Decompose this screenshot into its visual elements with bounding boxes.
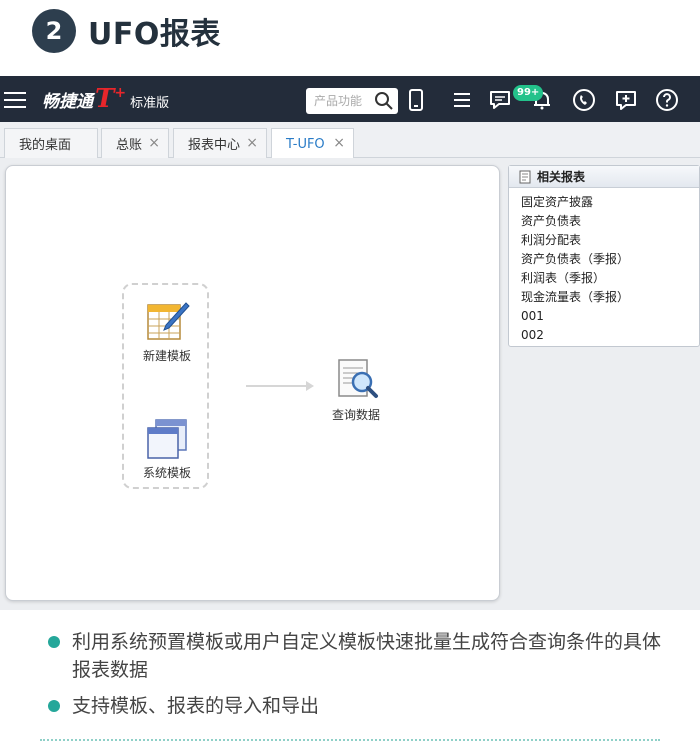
system-template-node[interactable]: 系统模板 [137, 416, 197, 481]
section-heading: 2 UFO报表 [32, 8, 221, 54]
tab-desktop[interactable]: 我的桌面 [4, 128, 98, 158]
mobile-icon[interactable] [404, 88, 428, 112]
feature-text: 利用系统预置模板或用户自定义模板快速批量生成符合查询条件的具体报表数据 [72, 631, 662, 681]
tab-report-center[interactable]: 报表中心 × [173, 128, 267, 158]
top-bar: 畅捷通 T + 标准版 [0, 76, 700, 122]
dotted-divider [40, 739, 660, 741]
related-reports-list: 固定资产披露 资产负债表 利润分配表 资产负债表（季报） 利润表（季报） 现金流… [509, 188, 699, 345]
arrow-icon [246, 381, 314, 391]
feature-item: 支持模板、报表的导入和导出 [48, 692, 668, 720]
close-icon[interactable]: × [333, 135, 345, 151]
brand-t: T [95, 84, 115, 114]
search-icon[interactable] [374, 91, 394, 111]
notification-badge: 99+ [513, 85, 544, 101]
related-report-link[interactable]: 固定资产披露 [521, 193, 699, 212]
bullet-icon [48, 700, 60, 712]
new-template-node[interactable]: 新建模板 [137, 299, 197, 364]
feature-item: 利用系统预置模板或用户自定义模板快速批量生成符合查询条件的具体报表数据 [48, 628, 668, 684]
related-reports-panel: 相关报表 固定资产披露 资产负债表 利润分配表 资产负债表（季报） 利润表（季报… [508, 165, 700, 347]
query-data-icon [338, 359, 378, 398]
related-report-link[interactable]: 资产负债表 [521, 212, 699, 231]
tab-label: 我的桌面 [19, 138, 72, 153]
related-report-link[interactable]: 002 [521, 326, 699, 345]
message-icon[interactable] [614, 88, 638, 112]
feature-text: 支持模板、报表的导入和导出 [72, 695, 320, 717]
brand-edition: 标准版 [130, 96, 170, 111]
related-report-link[interactable]: 现金流量表（季报） [521, 288, 699, 307]
system-template-icon [147, 419, 187, 459]
menu-icon[interactable] [4, 92, 26, 108]
content-area: 新建模板 系统模板 查询数据 相关报表 固定资产披露 资产负债表 利润分配表 资… [0, 158, 700, 610]
section-title: UFO报表 [88, 17, 221, 52]
system-template-label: 系统模板 [142, 466, 191, 480]
tab-label: T-UFO [286, 136, 325, 152]
close-icon[interactable]: × [246, 135, 258, 151]
document-icon [519, 170, 531, 183]
brand-plus: + [114, 85, 127, 101]
brand-name: 畅捷通 [42, 92, 93, 112]
related-reports-title: 相关报表 [537, 170, 586, 184]
brand-logo: 畅捷通 T + 标准版 [42, 84, 170, 114]
search-input[interactable] [314, 90, 380, 112]
related-report-link[interactable]: 利润表（季报） [521, 269, 699, 288]
workflow-canvas: 新建模板 系统模板 查询数据 [5, 165, 500, 601]
phone-icon[interactable] [572, 88, 596, 112]
related-report-link[interactable]: 资产负债表（季报） [521, 250, 699, 269]
tab-strip: 我的桌面 总账 × 报表中心 × T-UFO × [0, 122, 700, 159]
query-data-node[interactable]: 查询数据 [324, 356, 388, 423]
help-icon[interactable] [655, 88, 679, 112]
bullet-icon [48, 636, 60, 648]
related-report-link[interactable]: 001 [521, 307, 699, 326]
related-reports-header: 相关报表 [509, 166, 699, 188]
close-icon[interactable]: × [148, 135, 160, 151]
tab-label: 总账 [116, 138, 143, 153]
tab-label: 报表中心 [188, 138, 241, 153]
search-box [306, 88, 398, 114]
related-report-link[interactable]: 利润分配表 [521, 231, 699, 250]
tab-general-ledger[interactable]: 总账 × [101, 128, 169, 158]
feature-list: 利用系统预置模板或用户自定义模板快速批量生成符合查询条件的具体报表数据 支持模板… [48, 628, 668, 728]
chat-icon[interactable] [488, 88, 512, 112]
new-template-icon [147, 302, 190, 340]
tab-t-ufo[interactable]: T-UFO × [271, 128, 354, 159]
query-data-label: 查询数据 [331, 408, 380, 422]
step-number: 2 [32, 9, 76, 53]
list-icon[interactable] [450, 88, 474, 112]
new-template-label: 新建模板 [142, 349, 191, 363]
